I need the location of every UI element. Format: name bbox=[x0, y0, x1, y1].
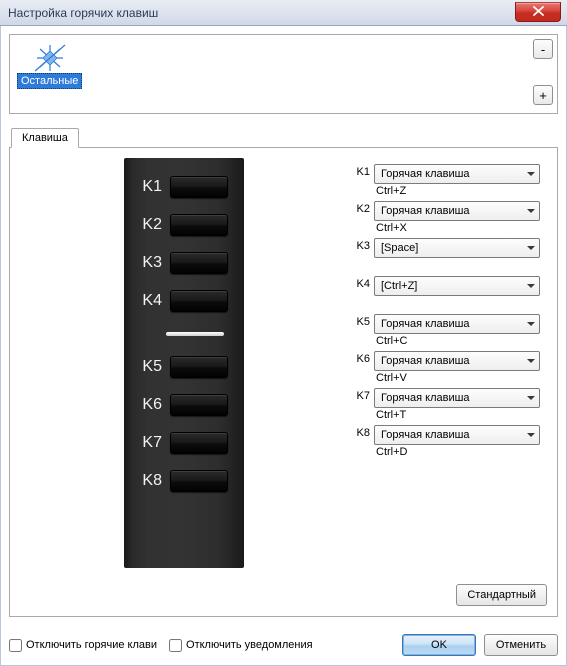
combo-value: Горячая клавиша bbox=[381, 168, 470, 180]
assignment-combo[interactable]: Горячая клавиша bbox=[374, 314, 540, 334]
device-key-row: K5 bbox=[132, 348, 236, 386]
assignment-row: K8 Горячая клавиша Ctrl+D bbox=[352, 425, 546, 458]
assignment-key-label: K5 bbox=[352, 314, 374, 328]
window-body: Остальные - + Клавиша K1 K2 K3 K4 K5 K6 … bbox=[0, 26, 567, 666]
combo-value: Горячая клавиша bbox=[381, 318, 470, 330]
assignment-shortcut: Ctrl+Z bbox=[374, 184, 546, 197]
device-key-button bbox=[170, 394, 228, 416]
assignment-shortcut: Ctrl+V bbox=[374, 371, 546, 384]
tab-key[interactable]: Клавиша bbox=[11, 128, 79, 148]
assignment-key-label: K8 bbox=[352, 425, 374, 439]
assignment-key-label: K6 bbox=[352, 351, 374, 365]
device-key-button bbox=[170, 356, 228, 378]
assignment-row: K2 Горячая клавиша Ctrl+X bbox=[352, 201, 546, 234]
assignment-shortcut: Ctrl+X bbox=[374, 221, 546, 234]
combo-value: [Space] bbox=[381, 242, 418, 254]
footer: Отключить горячие клави Отключить уведом… bbox=[9, 633, 558, 657]
close-icon bbox=[533, 6, 544, 19]
ok-button[interactable]: OK bbox=[402, 634, 476, 656]
assignment-combo[interactable]: Горячая клавиша bbox=[374, 351, 540, 371]
chevron-down-icon bbox=[527, 396, 535, 400]
assignments-list: K1 Горячая клавиша Ctrl+ZK2 Горячая клавиша… bbox=[352, 164, 546, 462]
assignment-combo[interactable]: Горячая клавиша bbox=[374, 164, 540, 184]
assignment-key-label: K1 bbox=[352, 164, 374, 178]
device-separator bbox=[132, 320, 236, 348]
assignment-row: K1 Горячая клавиша Ctrl+Z bbox=[352, 164, 546, 197]
disable-notifications-input[interactable] bbox=[169, 639, 182, 652]
device-key-button bbox=[170, 290, 228, 312]
assignment-key-label: K3 bbox=[352, 238, 374, 252]
tab-body: K1 K2 K3 K4 K5 K6 K7 K8 K1 Горячая клавиш… bbox=[9, 147, 558, 617]
combo-value: Горячая клавиша bbox=[381, 429, 470, 441]
device-key-row: K8 bbox=[132, 462, 236, 500]
assignment-shortcut: Ctrl+T bbox=[374, 408, 546, 421]
standard-button[interactable]: Стандартный bbox=[456, 584, 547, 606]
assignment-row: K6 Горячая клавиша Ctrl+V bbox=[352, 351, 546, 384]
remove-category-button[interactable]: - bbox=[533, 39, 553, 59]
device-key-row: K1 bbox=[132, 168, 236, 206]
assignment-combo[interactable]: Горячая клавиша bbox=[374, 201, 540, 221]
combo-value: Горячая клавиша bbox=[381, 205, 470, 217]
window-title: Настройка горячих клавиш bbox=[8, 6, 158, 20]
device-visual: K1 K2 K3 K4 K5 K6 K7 K8 bbox=[124, 158, 244, 568]
assignment-combo[interactable]: [Space] bbox=[374, 238, 540, 258]
device-key-button bbox=[170, 214, 228, 236]
device-key-button bbox=[170, 470, 228, 492]
tab-area: Клавиша K1 K2 K3 K4 K5 K6 K7 K8 K1 Горяча… bbox=[9, 128, 558, 618]
device-key-button bbox=[170, 432, 228, 454]
checkbox-label: Отключить горячие клави bbox=[26, 639, 157, 651]
disable-hotkeys-checkbox[interactable]: Отключить горячие клави bbox=[9, 639, 157, 652]
category-panel: Остальные - + bbox=[9, 34, 558, 114]
checkbox-label: Отключить уведомления bbox=[186, 639, 313, 651]
assignment-row: K4 [Ctrl+Z] bbox=[352, 276, 546, 296]
add-category-button[interactable]: + bbox=[533, 85, 553, 105]
device-key-button bbox=[170, 252, 228, 274]
combo-value: Горячая клавиша bbox=[381, 392, 470, 404]
category-label: Остальные bbox=[17, 73, 82, 89]
chevron-down-icon bbox=[527, 246, 535, 250]
assignment-key-label: K4 bbox=[352, 276, 374, 290]
device-key-row: K6 bbox=[132, 386, 236, 424]
chevron-down-icon bbox=[527, 433, 535, 437]
tab-label: Клавиша bbox=[22, 132, 68, 144]
assignment-combo[interactable]: Горячая клавиша bbox=[374, 425, 540, 445]
disable-notifications-checkbox[interactable]: Отключить уведомления bbox=[169, 639, 313, 652]
device-key-row: K4 bbox=[132, 282, 236, 320]
combo-value: Горячая клавиша bbox=[381, 355, 470, 367]
chevron-down-icon bbox=[527, 209, 535, 213]
cancel-button[interactable]: Отменить bbox=[484, 634, 558, 656]
assignment-combo[interactable]: Горячая клавиша bbox=[374, 388, 540, 408]
device-key-row: K3 bbox=[132, 244, 236, 282]
assignment-combo[interactable]: [Ctrl+Z] bbox=[374, 276, 540, 296]
chevron-down-icon bbox=[527, 359, 535, 363]
disable-hotkeys-input[interactable] bbox=[9, 639, 22, 652]
device-key-row: K2 bbox=[132, 206, 236, 244]
combo-value: [Ctrl+Z] bbox=[381, 280, 417, 292]
assignment-row: K5 Горячая клавиша Ctrl+C bbox=[352, 314, 546, 347]
category-item-other[interactable]: Остальные bbox=[16, 41, 83, 90]
assignment-key-label: K7 bbox=[352, 388, 374, 402]
assignment-shortcut: Ctrl+D bbox=[374, 445, 546, 458]
device-key-row: K7 bbox=[132, 424, 236, 462]
chevron-down-icon bbox=[527, 322, 535, 326]
close-button[interactable] bbox=[515, 2, 561, 22]
category-icon bbox=[33, 43, 67, 73]
device-key-button bbox=[170, 176, 228, 198]
assignment-key-label: K2 bbox=[352, 201, 374, 215]
chevron-down-icon bbox=[527, 284, 535, 288]
titlebar: Настройка горячих клавиш bbox=[0, 0, 567, 26]
chevron-down-icon bbox=[527, 172, 535, 176]
assignment-row: K3 [Space] bbox=[352, 238, 546, 258]
assignment-row: K7 Горячая клавиша Ctrl+T bbox=[352, 388, 546, 421]
assignment-shortcut: Ctrl+C bbox=[374, 334, 546, 347]
